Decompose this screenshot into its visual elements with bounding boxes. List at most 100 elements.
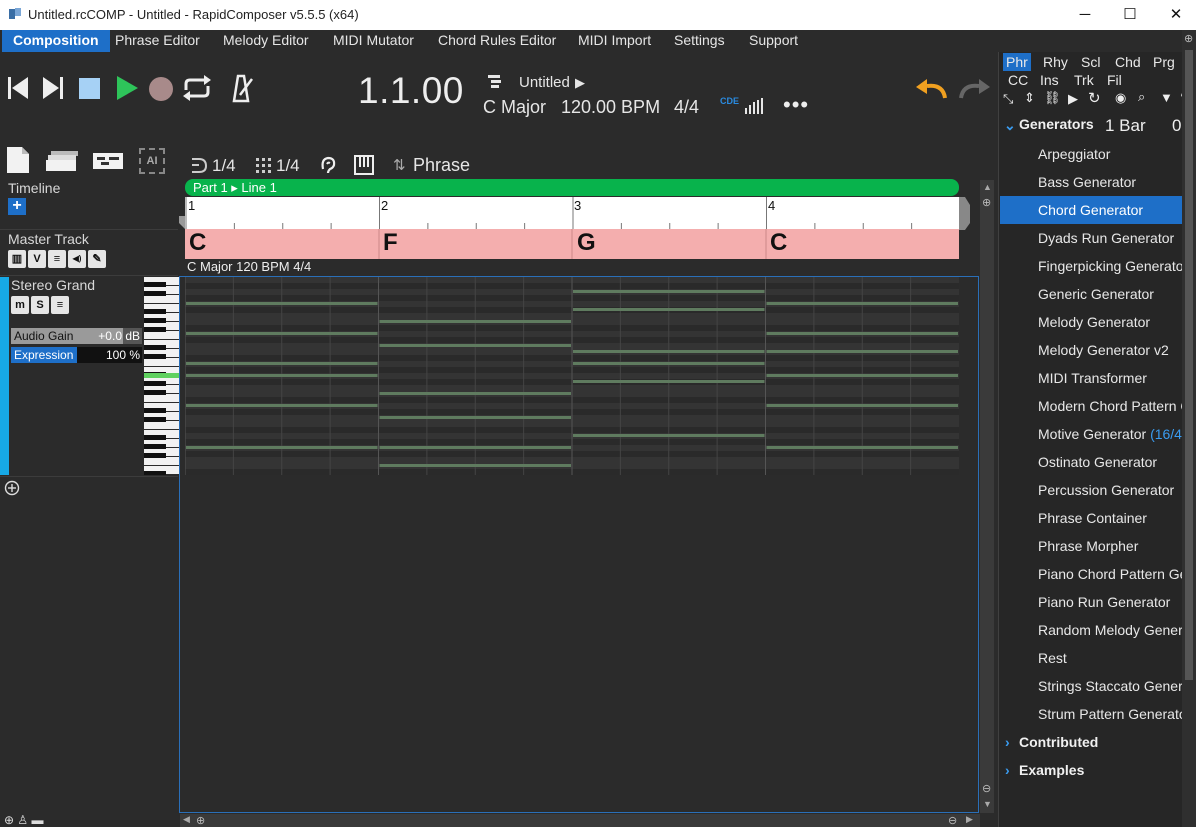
end-marker-icon[interactable] — [959, 197, 971, 231]
sort-arrows-icon[interactable]: ⇅ — [393, 156, 406, 174]
add-timeline-button[interactable]: + — [8, 198, 26, 215]
snap-value-2[interactable]: 1/4 — [276, 156, 300, 176]
chord-label[interactable]: G — [577, 229, 596, 257]
refresh-icon[interactable]: ↻ — [1088, 89, 1101, 107]
chord-label[interactable]: C — [770, 229, 787, 257]
layers-icon[interactable] — [45, 150, 79, 172]
bottom-tools-icon[interactable]: ⊕ ♙ ▬ — [4, 813, 43, 827]
link-icon[interactable]: ⛓ — [1044, 90, 1061, 106]
track-name[interactable]: Stereo Grand — [11, 277, 95, 293]
part-bar[interactable]: Part 1 ▸ Line 1 — [185, 179, 959, 196]
master-menu-button[interactable]: ≡ — [48, 250, 66, 268]
chevron-right-icon[interactable]: › — [1005, 762, 1010, 778]
horizontal-scrollbar[interactable]: ◀ ⊕ ⊖ ▶ — [180, 814, 980, 827]
group-examples[interactable]: Examples — [1019, 762, 1084, 778]
tab-instruments[interactable]: Ins — [1037, 71, 1062, 89]
list-item[interactable]: Fingerpicking Generator — [1000, 252, 1182, 280]
rewind-start-icon[interactable] — [6, 75, 30, 101]
master-volume-button[interactable]: V — [28, 250, 46, 268]
add-track-icon[interactable] — [4, 480, 20, 496]
loop-icon[interactable] — [181, 74, 213, 102]
solo-button[interactable]: S — [31, 296, 49, 314]
list-item[interactable]: Modern Chord Pattern Generator — [1000, 392, 1182, 420]
list-item[interactable]: Dyads Run Generator — [1000, 224, 1182, 252]
list-item[interactable]: Bass Generator — [1000, 168, 1182, 196]
list-item[interactable]: Melody Generator v2 — [1000, 336, 1182, 364]
record-icon[interactable] — [147, 75, 175, 103]
maximize-button[interactable]: ☐ — [1115, 4, 1145, 26]
piano-keyboard[interactable] — [144, 277, 179, 475]
scroll-left-icon[interactable]: ◀ — [183, 814, 190, 825]
list-item[interactable]: Chord Generator — [1000, 196, 1182, 224]
timeline-ruler[interactable] — [185, 197, 960, 229]
list-item[interactable]: Strum Pattern Generator — [1000, 700, 1182, 728]
zoom-in-icon[interactable]: ⊕ — [1184, 32, 1193, 45]
minimize-button[interactable]: ─ — [1070, 4, 1100, 26]
more-icon[interactable]: ••• — [783, 92, 809, 118]
menu-midi-mutator[interactable]: MIDI Mutator — [322, 30, 425, 52]
length-value[interactable]: 1 Bar — [1105, 116, 1146, 136]
audio-gain-slider[interactable]: Audio Gain +0.0 dB — [11, 328, 142, 344]
collapse-icon[interactable]: ⤡ — [1003, 91, 1013, 107]
meta-lane[interactable]: C Major 120 BPM 4/4 — [187, 259, 311, 274]
list-item[interactable]: Melody Generator — [1000, 308, 1182, 336]
scroll-up-icon[interactable]: ▲ — [983, 182, 992, 192]
snap-note-icon[interactable] — [190, 156, 210, 174]
metronome-icon[interactable] — [226, 73, 256, 103]
menu-midi-import[interactable]: MIDI Import — [567, 30, 662, 52]
song-list-icon[interactable] — [487, 73, 503, 89]
vertical-scrollbar[interactable]: ▲ ⊕ ⊖ ▼ — [980, 180, 994, 813]
mode-label[interactable]: Phrase — [413, 155, 470, 176]
ai-icon[interactable]: AI — [139, 148, 165, 174]
grid-icon[interactable] — [255, 157, 273, 175]
group-generators[interactable]: Generators — [1019, 116, 1094, 132]
master-piano-roll-button[interactable]: ▥ — [8, 250, 26, 268]
list-item[interactable]: Phrase Container — [1000, 504, 1182, 532]
song-play-icon[interactable]: ▶ — [575, 75, 585, 91]
tab-files[interactable]: Fil — [1104, 71, 1125, 89]
zoom-out-icon[interactable]: ⊖ — [948, 814, 957, 827]
master-guitar-button[interactable]: ✎ — [88, 250, 106, 268]
bpm-display[interactable]: 120.00 BPM — [561, 97, 660, 118]
snap-value-1[interactable]: 1/4 — [212, 156, 236, 176]
new-document-icon[interactable] — [6, 146, 30, 174]
list-item[interactable]: Motive Generator (16/4) — [1000, 420, 1182, 448]
meter-display[interactable]: 4/4 — [674, 97, 699, 118]
list-item[interactable]: Generic Generator — [1000, 280, 1182, 308]
menu-phrase-editor[interactable]: Phrase Editor — [104, 30, 211, 52]
eye-icon[interactable]: ◉ — [1115, 90, 1126, 106]
expand-icon[interactable]: ⇕ — [1024, 90, 1035, 106]
tab-tracks[interactable]: Trk — [1071, 71, 1097, 89]
expression-slider[interactable]: Expression 100 % — [11, 347, 142, 363]
chevron-down-icon[interactable]: ⌄ — [1004, 117, 1016, 134]
undo-icon[interactable] — [913, 78, 947, 100]
menu-chord-rules-editor[interactable]: Chord Rules Editor — [427, 30, 567, 52]
menu-melody-editor[interactable]: Melody Editor — [212, 30, 320, 52]
list-item[interactable]: Percussion Generator — [1000, 476, 1182, 504]
play-preview-icon[interactable]: ▶ — [1068, 91, 1078, 107]
stop-icon[interactable] — [78, 77, 102, 101]
track-menu-button[interactable]: ≡ — [51, 296, 69, 314]
tab-progressions[interactable]: Prg — [1150, 53, 1178, 71]
zoom-in-icon[interactable]: ⊕ — [982, 196, 991, 209]
song-title[interactable]: Untitled — [519, 74, 570, 91]
master-audio-button[interactable]: ◀) — [68, 250, 86, 268]
search-icon[interactable]: ⌕ — [1138, 89, 1145, 105]
piano-roll[interactable] — [185, 277, 959, 475]
group-contributed[interactable]: Contributed — [1019, 734, 1098, 750]
velocity-icon[interactable] — [744, 98, 766, 114]
list-item[interactable]: Strings Staccato Generator — [1000, 672, 1182, 700]
skip-forward-icon[interactable] — [41, 75, 65, 101]
browser-scrollbar[interactable]: ⊕ — [1182, 30, 1196, 827]
list-item[interactable]: Piano Run Generator — [1000, 588, 1182, 616]
list-item[interactable]: MIDI Transformer — [1000, 364, 1182, 392]
tab-rhythms[interactable]: Rhy — [1040, 53, 1071, 71]
list-item[interactable]: Rest — [1000, 644, 1182, 672]
pattern-icon[interactable] — [92, 152, 124, 170]
filter-icon[interactable]: ▼ — [1160, 90, 1173, 105]
tab-phrases[interactable]: Phr — [1003, 53, 1031, 71]
menu-support[interactable]: Support — [738, 30, 809, 52]
zoom-out-icon[interactable]: ⊖ — [982, 782, 991, 795]
list-item[interactable]: Arpeggiator — [1000, 140, 1182, 168]
mute-button[interactable]: m — [11, 296, 29, 314]
